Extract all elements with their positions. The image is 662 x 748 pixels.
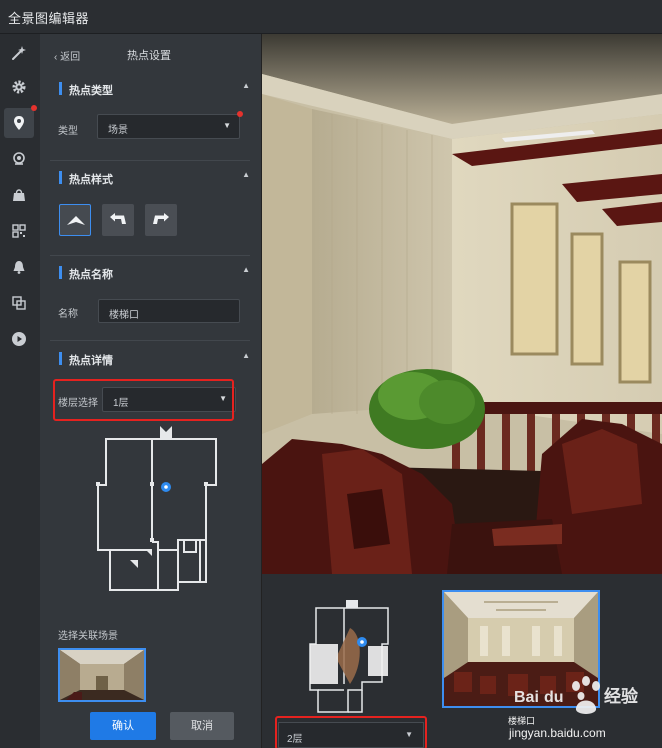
divider xyxy=(50,255,250,256)
name-input[interactable]: 楼梯口 xyxy=(98,299,240,323)
chevron-up-icon: ▲ xyxy=(242,265,250,274)
divider xyxy=(50,340,250,341)
bag-icon[interactable] xyxy=(4,180,34,210)
svg-text:du: du xyxy=(544,689,564,706)
play-icon[interactable] xyxy=(4,324,34,354)
section-accent-bar xyxy=(59,266,62,279)
input-value: 楼梯口 xyxy=(109,310,139,321)
arrow-up-icon xyxy=(67,216,85,225)
style-arrow-left-button[interactable] xyxy=(102,204,134,236)
location-pin-icon[interactable] xyxy=(4,108,34,138)
hotspot-marker-icon xyxy=(357,637,367,647)
chevron-up-icon: ▲ xyxy=(242,81,250,90)
type-select[interactable]: 场景 ▼ xyxy=(97,114,240,139)
svg-text:经验: 经验 xyxy=(604,686,639,706)
panorama-image xyxy=(262,34,662,574)
watermark-url: jingyan.baidu.com xyxy=(509,726,606,740)
bottom-preview-bar: 2层 ▼ 经验 Bai du 楼梯口 楼梯口 jingyan.baidu.com xyxy=(262,574,662,748)
turn-right-icon xyxy=(153,213,169,224)
assoc-scene-label: 选择关联场景 xyxy=(58,631,118,642)
view-cone-icon xyxy=(336,628,360,684)
section-header-detail[interactable]: 热点详情 ▲ xyxy=(54,350,250,368)
style-arrow-up-button[interactable] xyxy=(59,204,91,236)
svg-text:Bai: Bai xyxy=(514,689,539,706)
room-thumbnail-image xyxy=(60,650,144,700)
section-title: 热点类型 xyxy=(69,85,113,97)
chevron-up-icon: ▲ xyxy=(242,170,250,179)
panel-header: ‹ 返回 热点设置 xyxy=(40,34,262,74)
app-title: 全景图编辑器 xyxy=(8,11,90,26)
camera-icon[interactable] xyxy=(4,144,34,174)
section-header-style[interactable]: 热点样式 ▲ xyxy=(54,169,250,187)
highlight-box xyxy=(53,379,234,421)
bell-icon[interactable] xyxy=(4,252,34,282)
panel-title: 热点设置 xyxy=(127,50,171,62)
highlight-box xyxy=(275,716,427,748)
type-label: 类型 xyxy=(58,126,78,137)
section-header-type[interactable]: 热点类型 ▲ xyxy=(54,80,250,98)
required-dot xyxy=(237,111,243,117)
tool-rail xyxy=(0,34,40,748)
cancel-button[interactable]: 取消 xyxy=(170,712,234,740)
hotspot-settings-panel: ‹ 返回 热点设置 热点类型 ▲ 类型 场景 ▼ 热点样式 ▲ 热点名称 ▲ 名… xyxy=(40,34,262,748)
gear-icon[interactable] xyxy=(4,72,34,102)
section-header-name[interactable]: 热点名称 ▲ xyxy=(54,264,250,282)
editor-window: 全景图编辑器 ‹ 返回 热点设置 热点类型 ▲ 类型 场景 ▼ 热点样式 ▲ 热… xyxy=(0,0,662,748)
turn-left-icon xyxy=(110,213,126,224)
back-button[interactable]: ‹ 返回 xyxy=(54,48,80,63)
magic-wand-icon[interactable] xyxy=(4,38,34,68)
panorama-viewport[interactable] xyxy=(262,34,662,574)
divider xyxy=(50,160,250,161)
grid-icon[interactable] xyxy=(4,216,34,246)
back-label: 返回 xyxy=(60,52,81,63)
caret-down-icon: ▼ xyxy=(223,121,231,130)
notification-dot xyxy=(31,105,37,111)
section-accent-bar xyxy=(59,82,62,95)
title-bar: 全景图编辑器 xyxy=(0,0,662,34)
floor-plan-map[interactable] xyxy=(88,422,238,592)
confirm-button[interactable]: 确认 xyxy=(90,712,156,740)
section-title: 热点详情 xyxy=(69,355,113,367)
style-arrow-right-button[interactable] xyxy=(145,204,177,236)
chevron-up-icon: ▲ xyxy=(242,351,250,360)
section-title: 热点名称 xyxy=(69,269,113,281)
hotspot-marker-icon[interactable] xyxy=(161,482,171,492)
select-value: 场景 xyxy=(108,125,128,136)
name-label: 名称 xyxy=(58,309,78,320)
section-title: 热点样式 xyxy=(69,174,113,186)
copy-icon[interactable] xyxy=(4,288,34,318)
minimap[interactable] xyxy=(302,594,402,714)
assoc-scene-thumbnail[interactable] xyxy=(58,648,146,702)
section-accent-bar xyxy=(59,171,62,184)
section-accent-bar xyxy=(59,352,62,365)
